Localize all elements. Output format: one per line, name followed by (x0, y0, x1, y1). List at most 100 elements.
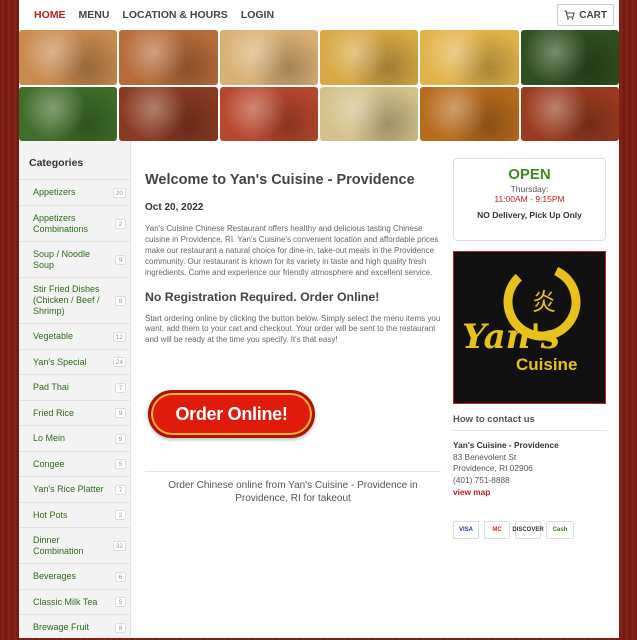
category-label: Fried Rice (33, 407, 75, 418)
page: HOME MENU LOCATION & HOURS LOGIN CART Ca… (19, 0, 619, 638)
category-label: Pad Thai (33, 382, 69, 392)
nav-location-hours-link[interactable]: LOCATION & HOURS (122, 9, 227, 21)
category-count-badge: 2 (115, 510, 126, 520)
category-item[interactable]: Congee 5 (19, 451, 130, 476)
intro-text: Yan's Cuisine Chinese Restaurant offers … (145, 224, 439, 277)
category-label: Dinner Combination (33, 534, 84, 556)
contact-info: Yan's Cuisine - Providence 83 Benevolent… (453, 440, 606, 499)
food-photo-banner (19, 30, 619, 141)
category-count-badge: 2 (115, 218, 126, 229)
main-content: Welcome to Yan's Cuisine - Providence Oc… (145, 141, 441, 504)
category-item[interactable]: Soup / Noodle Soup 9 (19, 241, 130, 277)
category-count-badge: 24 (112, 357, 126, 367)
cart-label: CART (579, 9, 607, 21)
category-item[interactable]: Classic Milk Tea 5 (19, 589, 130, 614)
payment-icon: DISCOVER (512, 520, 544, 539)
logo-artwork: 炎 Yan's Cuisine (462, 263, 581, 374)
category-label: Yan's Rice Platter (33, 484, 104, 494)
right-column: OPEN Thursday: 11:00AM - 9:15PM NO Deliv… (453, 141, 606, 539)
seo-footnote: Order Chinese online from Yan's Cuisine … (168, 480, 418, 504)
nav-home-link[interactable]: HOME (34, 9, 66, 21)
category-label: Classic Milk Tea (33, 596, 98, 607)
category-item[interactable]: Hot Pots 2 (19, 502, 130, 527)
order-online-heading: No Registration Required. Order Online! (145, 289, 380, 304)
food-photo (219, 86, 318, 141)
order-online-button[interactable]: Order Online! (148, 390, 315, 438)
ordering-instructions: Start ordering online by clicking the bu… (145, 313, 441, 345)
logo-cuisine-text: Cuisine (516, 355, 577, 374)
page-title: Welcome to Yan's Cuisine - Providence (145, 172, 415, 188)
payment-icon: VISA (453, 520, 479, 539)
category-count-badge: 5 (115, 597, 126, 607)
category-label: Brewage Fruit (33, 622, 90, 632)
category-count-badge: 6 (115, 571, 126, 582)
food-photo (219, 30, 318, 85)
food-photo (119, 86, 218, 141)
category-item[interactable]: Stir Fried Dishes (Chicken / Beef / Shri… (19, 277, 130, 323)
category-item[interactable]: Appetizers Combinations 2 (19, 205, 130, 241)
category-count-badge: 8 (115, 295, 126, 306)
food-photo (119, 30, 218, 85)
view-map-link[interactable]: view map (453, 487, 606, 499)
category-item[interactable]: Vegetable 12 (19, 323, 130, 349)
category-count-badge: 20 (112, 187, 126, 198)
category-label: Soup / Noodle Soup (33, 248, 91, 270)
category-label: Congee (33, 458, 65, 469)
category-count-badge: 12 (112, 331, 126, 342)
category-label: Appetizers Combinations (33, 212, 89, 234)
category-item[interactable]: Yan's Rice Platter 7 (19, 476, 130, 502)
food-photo (320, 86, 419, 141)
logo-seal-glyph: 炎 (532, 288, 556, 316)
payment-icon: MC (484, 520, 510, 539)
category-list: Appetizers 20 Appetizers Combinations 2 Soup… (19, 179, 130, 640)
category-count-badge: 8 (115, 622, 126, 633)
category-label: Yan's Special (33, 356, 87, 367)
nav-menu-link[interactable]: MENU (79, 9, 110, 21)
delivery-note: NO Delivery, Pick Up Only (477, 210, 582, 220)
hours-day: Thursday: (510, 184, 549, 194)
category-count-badge: 5 (115, 459, 126, 469)
category-item[interactable]: Yan's Special 24 (19, 349, 130, 374)
top-nav: HOME MENU LOCATION & HOURS LOGIN CART (19, 0, 619, 30)
current-date: Oct 20, 2022 (145, 202, 204, 213)
food-photo (420, 86, 519, 141)
food-photo (520, 86, 619, 141)
contact-street: 83 Benevolent St (453, 451, 517, 462)
sidebar-divider (130, 141, 131, 638)
category-count-badge: 7 (115, 484, 126, 495)
category-item[interactable]: Pad Thai 7 (19, 374, 130, 400)
category-item[interactable]: Dinner Combination 32 (19, 527, 130, 563)
category-label: Hot Pots (33, 509, 68, 520)
contact-phone: (401) 751-8888 (453, 475, 510, 486)
contact-city: Providence, RI 02906 (453, 463, 533, 474)
category-item[interactable]: Fried Rice 9 (19, 400, 130, 425)
category-label: Vegetable (33, 331, 74, 341)
categories-heading: Categories (29, 157, 84, 169)
category-item[interactable]: Appetizers 20 (19, 179, 130, 205)
category-count-badge: 9 (115, 254, 126, 265)
cart-button[interactable]: CART (557, 4, 614, 26)
category-count-badge: 9 (115, 408, 126, 418)
cart-icon (564, 10, 575, 20)
payment-icon: Cash (546, 520, 574, 539)
contact-heading: How to contact us (453, 414, 606, 431)
category-sidebar: Categories Appetizers 20 Appetizers Combin… (19, 141, 131, 640)
category-count-badge: 9 (115, 433, 126, 444)
restaurant-logo: 炎 Yan's Cuisine (453, 251, 606, 404)
category-item[interactable]: Beverages 6 (19, 563, 130, 589)
food-photo (19, 30, 118, 85)
nav-login-link[interactable]: LOGIN (241, 9, 274, 21)
hours-box: OPEN Thursday: 11:00AM - 9:15PM NO Deliv… (453, 158, 606, 241)
food-photo (19, 86, 118, 141)
contact-name: Yan's Cuisine - Providence (453, 440, 559, 450)
divider (145, 471, 441, 472)
food-photo (320, 30, 419, 85)
category-item[interactable]: Brewage Fruit 8 (19, 614, 130, 640)
category-count-badge: 7 (115, 382, 126, 393)
category-label: Beverages (33, 571, 77, 581)
hours-time: 11:00AM - 9:15PM (494, 194, 565, 204)
category-item[interactable]: Lo Mein 9 (19, 425, 130, 451)
category-label: Stir Fried Dishes (Chicken / Beef / Shri… (33, 284, 100, 316)
category-count-badge: 32 (112, 540, 126, 551)
logo-wordmark: Yan's (462, 317, 560, 357)
